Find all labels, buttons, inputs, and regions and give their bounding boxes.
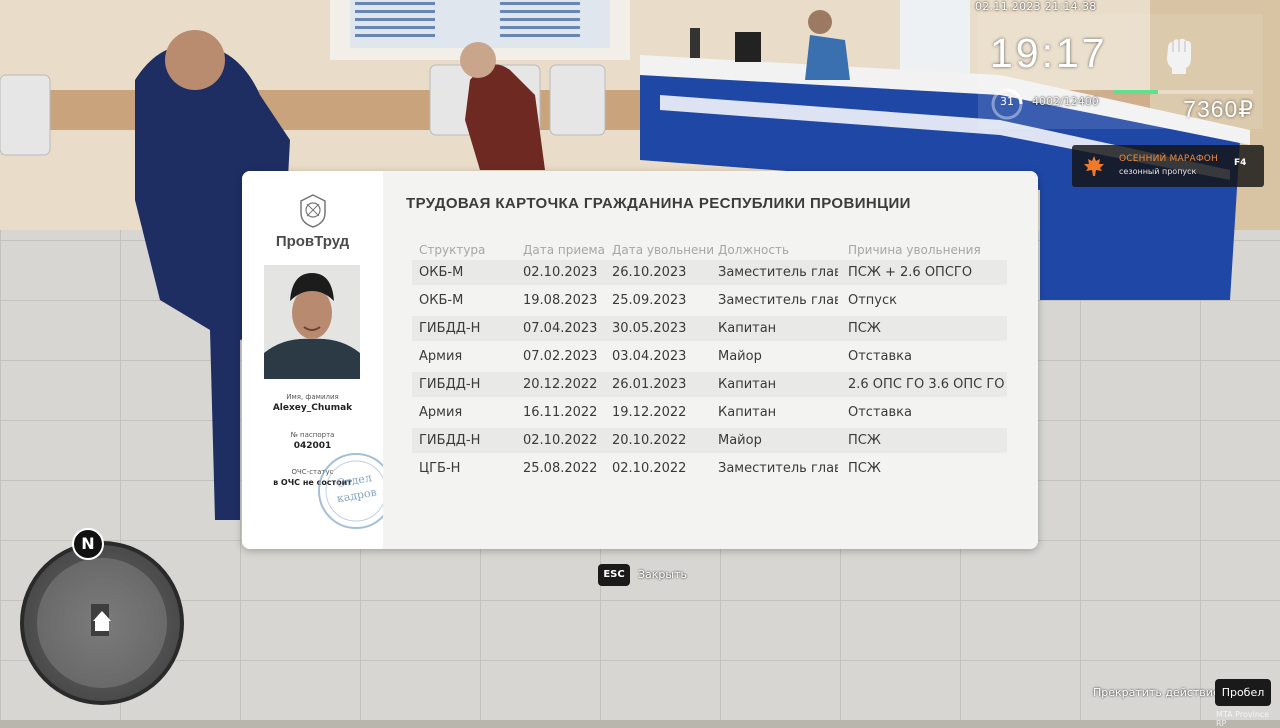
card-title: ТРУДОВАЯ КАРТОЧКА ГРАЖДАНИНА РЕСПУБЛИКИ … [406,195,911,212]
passport-value: 042001 [293,441,332,451]
table-cell: 25.08.2022 [523,461,598,476]
table-cell: 07.02.2023 [523,349,598,364]
hud-level: 31 [1000,95,1014,108]
table-row: ОКБ-М 02.10.2023 26.10.2023 Заместитель гла… [412,260,1007,285]
space-key[interactable]: Пробел [1215,679,1271,706]
minimap-north-marker: N [72,528,104,560]
citizen-photo [264,265,360,379]
table-cell: Капитан [718,377,777,392]
hud-clock: 19:17 [990,30,1108,76]
hud-money: 7360₽ [1183,96,1254,122]
season-pass-banner[interactable]: ОСЕННИЙ МАРАФОН сезонный пропуск F4 [1072,145,1264,187]
table-row: Армия 07.02.2023 03.04.2023 Майор Отставка [412,344,1007,369]
esc-key[interactable]: ESC [598,564,630,586]
work-record-card: ПровТруд Имя, фамилия Alexey_Chumak № па… [242,171,1038,549]
table-cell: 25.09.2023 [612,293,687,308]
name-label: Имя, фамилия [286,393,339,401]
season-pass-title: ОСЕННИЙ МАРАФОН [1119,154,1219,164]
table-cell: 20.12.2022 [523,377,598,392]
table-row: ГИБДД-Н 20.12.2022 26.01.2023 Капитан 2.6 ОП… [412,372,1007,397]
emblem-icon [300,194,326,228]
table-cell: ПСЖ [848,321,881,336]
column-header: Должность [718,243,790,257]
table-cell: 02.10.2022 [523,433,598,448]
table-cell: ЦГБ-Н [419,461,461,476]
table-cell: Капитан [718,321,777,336]
passport-label: № паспорта [290,431,335,439]
table-cell: ГИБДД-Н [419,433,481,448]
table-cell: 2.6 ОПС ГО 3.6 ОПС ГО [848,377,1005,392]
north-label: N [81,534,95,553]
stop-action-label: Прекратить действие [1093,686,1220,699]
table-cell: Заместитель главног [718,265,838,280]
org-name: ПровТруд [275,233,350,250]
table-row: Армия 16.11.2022 19.12.2022 Капитан Отставка [412,400,1007,425]
table-cell: 19.12.2022 [612,405,687,420]
table-cell: Заместитель главног [718,461,838,476]
fist-icon [1167,38,1191,74]
table-cell: 19.08.2023 [523,293,598,308]
table-cell: 20.10.2022 [612,433,687,448]
table-cell: ОКБ-М [419,265,464,280]
table-cell: 26.01.2023 [612,377,687,392]
table-cell: ПСЖ + 2.6 ОПСГО [848,265,973,280]
hud-datetime: 02.11.2023 21:14:38 [975,0,1097,13]
table-cell: Отпуск [848,293,897,308]
table-cell: ПСЖ [848,461,881,476]
table-cell: 26.10.2023 [612,265,687,280]
table-cell: Капитан [718,405,777,420]
table-cell: 03.04.2023 [612,349,687,364]
column-header: Дата увольнения [612,243,714,257]
close-label[interactable]: Закрыть [638,568,687,581]
table-cell: ГИБДД-Н [419,321,481,336]
season-pass-subtitle: сезонный пропуск [1119,167,1197,176]
column-header: Причина увольнения [848,243,981,257]
table-cell: Заместитель главног [718,293,838,308]
name-value: Alexey_Chumak [272,403,353,413]
table-cell: 02.10.2022 [612,461,687,476]
season-pass-key: F4 [1234,158,1247,168]
hud-xp: 4002/12400 [1032,95,1099,108]
table-row: ГИБДД-Н 07.04.2023 30.05.2023 Капитан ПСЖ [412,316,1007,341]
table-row: ОКБ-М 19.08.2023 25.09.2023 Заместитель гла… [412,288,1007,313]
table-cell: ГИБДД-Н [419,377,481,392]
xp-progress-bar [1113,90,1253,94]
column-header: Структура [419,243,486,257]
table-cell: Армия [419,349,463,364]
table-row: ЦГБ-Н 25.08.2022 02.10.2022 Заместитель гла… [412,456,1007,481]
table-cell: 07.04.2023 [523,321,598,336]
table-cell: 16.11.2022 [523,405,598,420]
table-cell: 30.05.2023 [612,321,687,336]
table-cell: Отставка [848,405,912,420]
minimap [20,541,184,705]
server-watermark: MTA Province RP [1216,710,1270,728]
table-cell: Майор [718,349,762,364]
table-cell: ОКБ-М [419,293,464,308]
table-cell: Отставка [848,349,912,364]
table-cell: Майор [718,433,762,448]
table-cell: 02.10.2023 [523,265,598,280]
table-row: ГИБДД-Н 02.10.2022 20.10.2022 Майор ПСЖ [412,428,1007,453]
maple-leaf-icon [1084,156,1104,176]
table-cell: ПСЖ [848,433,881,448]
column-header: Дата приема [523,243,605,257]
table-cell: Армия [419,405,463,420]
